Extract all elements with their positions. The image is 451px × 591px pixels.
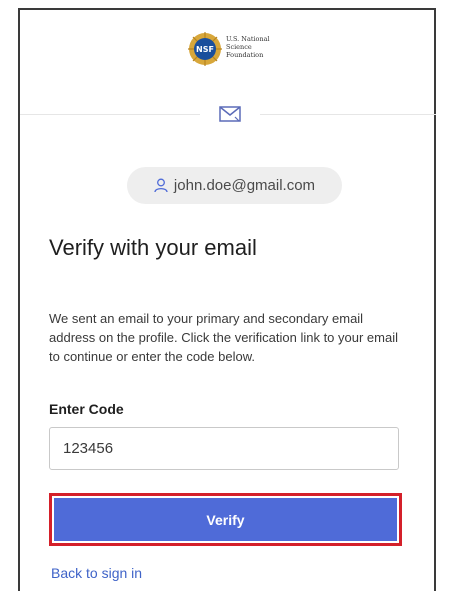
account-email: john.doe@gmail.com — [173, 177, 316, 194]
nsf-seal-icon: NSF — [188, 32, 222, 66]
verification-card: NSF U.S. National Science Foundation joh… — [18, 8, 436, 591]
page-title: Verify with your email — [49, 235, 257, 260]
back-to-sign-in-link[interactable]: Back to sign in — [51, 565, 142, 581]
verify-highlight-box: Verify — [49, 493, 402, 546]
nsf-logo: NSF U.S. National Science Foundation — [188, 28, 298, 70]
logo-text: U.S. National Science Foundation — [226, 35, 270, 59]
logo-line-3: Foundation — [226, 51, 264, 59]
header-divider-right — [260, 114, 436, 115]
nsf-seal-text: NSF — [196, 45, 214, 54]
header-divider-left — [20, 114, 200, 115]
instructions-text: We sent an email to your primary and sec… — [49, 311, 398, 364]
logo-line-1: U.S. National — [226, 35, 270, 43]
mail-icon — [219, 106, 241, 122]
user-icon — [154, 178, 168, 193]
code-input[interactable] — [49, 427, 399, 470]
code-label: Enter Code — [49, 401, 124, 417]
verify-button[interactable]: Verify — [54, 498, 397, 541]
logo-line-2: Science — [226, 43, 252, 51]
account-email-pill: john.doe@gmail.com — [127, 167, 342, 204]
